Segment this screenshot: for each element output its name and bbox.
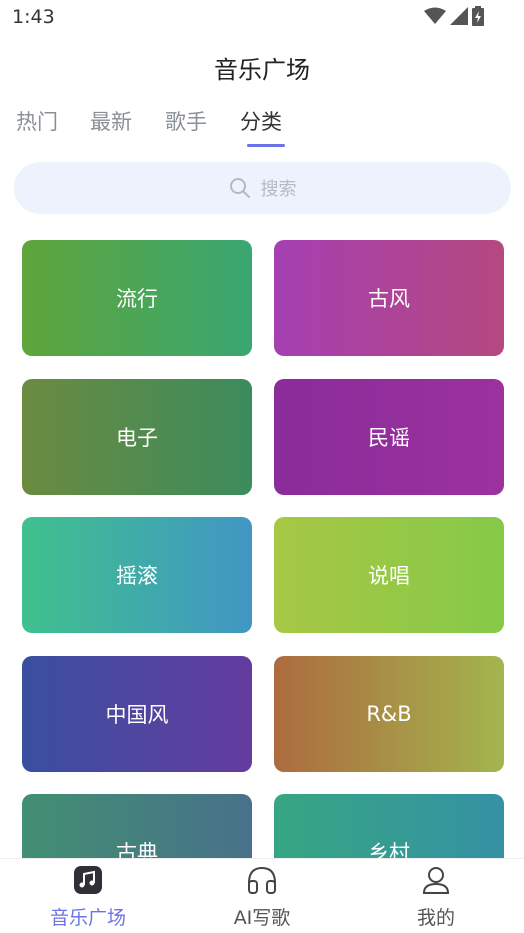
nav-ai-songwriting[interactable]: AI写歌 bbox=[202, 865, 322, 930]
nav-music-square[interactable]: 音乐广场 bbox=[28, 865, 148, 930]
category-card-folk[interactable]: 民谣 bbox=[274, 379, 504, 495]
music-note-icon bbox=[73, 865, 103, 899]
tab-categories[interactable]: 分类 bbox=[240, 106, 282, 136]
tab-singers[interactable]: 歌手 bbox=[165, 106, 207, 136]
category-grid: 流行 古风 电子 民谣 摇滚 说唱 中国风 R&B 古典 乡村 bbox=[0, 240, 524, 858]
category-card-electronic[interactable]: 电子 bbox=[22, 379, 252, 495]
battery-icon bbox=[472, 6, 484, 26]
status-time: 1:43 bbox=[12, 6, 55, 28]
tab-latest[interactable]: 最新 bbox=[90, 106, 132, 136]
category-card-rap[interactable]: 说唱 bbox=[274, 517, 504, 633]
tab-hot[interactable]: 热门 bbox=[16, 106, 58, 136]
nav-label: AI写歌 bbox=[233, 907, 291, 929]
headphones-icon bbox=[246, 865, 278, 899]
search-placeholder: 搜索 bbox=[260, 179, 297, 200]
category-card-rock[interactable]: 摇滚 bbox=[22, 517, 252, 633]
bottom-nav: 音乐广场 AI写歌 我的 bbox=[0, 858, 524, 933]
nav-label: 音乐广场 bbox=[49, 907, 126, 929]
cellular-signal-icon bbox=[450, 7, 468, 25]
category-card-pop[interactable]: 流行 bbox=[22, 240, 252, 356]
wifi-icon bbox=[424, 7, 446, 25]
category-card-ancient-style[interactable]: 古风 bbox=[274, 240, 504, 356]
status-bar: 1:43 bbox=[0, 0, 524, 36]
nav-mine[interactable]: 我的 bbox=[376, 867, 496, 930]
category-card-chinese-style[interactable]: 中国风 bbox=[22, 656, 252, 772]
nav-label: 我的 bbox=[416, 907, 455, 929]
search-input[interactable]: 搜索 bbox=[14, 162, 511, 214]
category-card-classical[interactable]: 古典 bbox=[22, 794, 252, 858]
search-icon bbox=[229, 177, 251, 199]
category-card-rnb[interactable]: R&B bbox=[274, 656, 504, 772]
category-card-country[interactable]: 乡村 bbox=[274, 794, 504, 858]
user-icon bbox=[421, 865, 451, 899]
active-tab-indicator bbox=[247, 144, 285, 147]
category-tabs: 热门 最新 歌手 分类 bbox=[0, 106, 524, 152]
page-title: 音乐广场 bbox=[214, 56, 310, 84]
status-icons bbox=[424, 6, 484, 26]
